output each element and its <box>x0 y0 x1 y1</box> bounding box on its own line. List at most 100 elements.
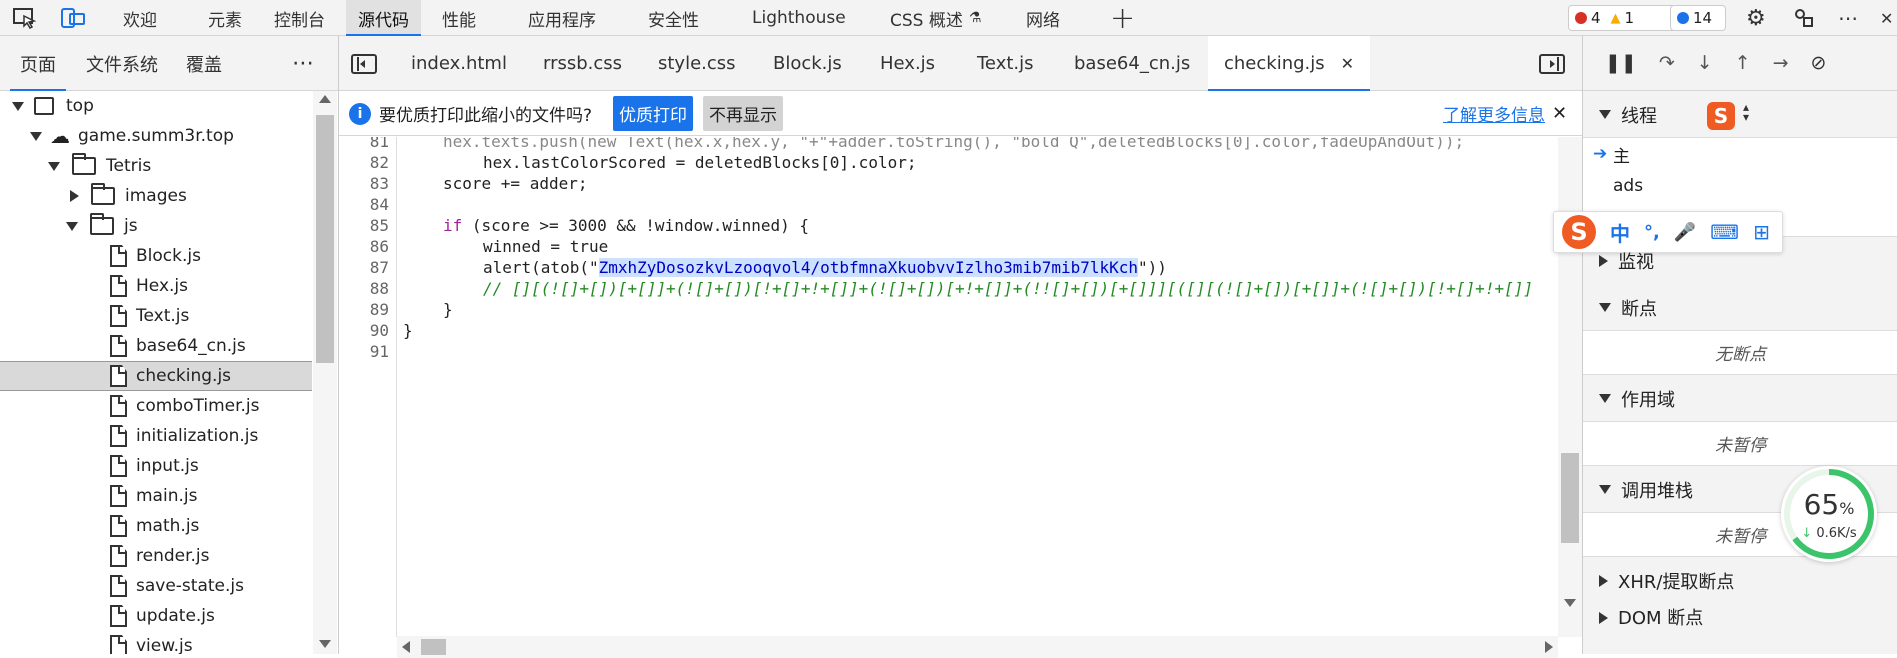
device-emulation-icon[interactable] <box>60 0 90 36</box>
code-line: 86 winned = true <box>339 236 1557 257</box>
scrollbar-thumb[interactable] <box>421 639 446 655</box>
breakpoints-section-header[interactable]: 断点 <box>1583 285 1897 330</box>
code-line: 91 <box>339 341 1557 362</box>
tree-item-file[interactable]: input.js <box>0 451 312 481</box>
close-infobar-icon[interactable]: ✕ <box>1552 91 1567 136</box>
customize-icon[interactable] <box>1792 0 1816 36</box>
tab-lighthouse[interactable]: Lighthouse <box>752 0 846 36</box>
tab-page[interactable]: 页面 <box>10 36 66 91</box>
close-devtools-icon[interactable]: ✕ <box>1880 0 1893 36</box>
code-view[interactable]: 81 hex.texts.push(new Text(hex.x,hex.y, "… <box>339 137 1557 637</box>
code-horizontal-scrollbar[interactable] <box>397 636 1558 658</box>
sogou-menu-icon[interactable]: ▴ ▾ <box>1743 101 1749 123</box>
tree-item-domain[interactable]: ☁ game.summ3r.top <box>0 121 312 151</box>
step-into-icon[interactable]: ↓ <box>1697 52 1713 74</box>
toggle-debugger-icon[interactable] <box>1539 36 1565 91</box>
step-out-icon[interactable]: ↑ <box>1735 52 1751 74</box>
xhr-breakpoints-section-header[interactable]: XHR/提取断点 <box>1583 558 1897 603</box>
line-number: 91 <box>369 342 389 361</box>
tree-label: math.js <box>136 516 200 536</box>
tree-item-folder-js[interactable]: js <box>0 211 312 241</box>
tree-item-file[interactable]: save-state.js <box>0 571 312 601</box>
tree-item-file[interactable]: initialization.js <box>0 421 312 451</box>
dom-breakpoints-section-header[interactable]: DOM 断点 <box>1583 604 1897 634</box>
message-icon <box>1677 12 1689 24</box>
scroll-up-arrow-icon[interactable] <box>319 95 331 103</box>
if-condition: (score >= 3000 && !window.winned) { <box>471 216 810 235</box>
tree-label: images <box>125 186 187 206</box>
pause-icon[interactable]: ❚❚ <box>1605 52 1637 74</box>
tab-console[interactable]: 控制台 <box>274 0 325 36</box>
tab-elements[interactable]: 元素 <box>208 0 242 36</box>
scroll-down-arrow-icon[interactable] <box>319 640 331 648</box>
tree-item-file[interactable]: Block.js <box>0 241 312 271</box>
add-tab-icon[interactable]: + <box>1110 0 1135 36</box>
selected-string[interactable]: ZmxhZyDosozkvLzooqvol4/otbfmnaXkuobvvIzl… <box>598 258 1139 277</box>
file-tab[interactable]: Text.js <box>977 36 1034 91</box>
file-tab[interactable]: Block.js <box>773 36 842 91</box>
tab-network[interactable]: 网络 <box>1026 0 1060 36</box>
scrollbar-thumb[interactable] <box>316 115 334 363</box>
tree-item-folder-tetris[interactable]: Tetris <box>0 151 312 181</box>
issues-badge[interactable]: 4 ▲ 1 <box>1568 5 1682 31</box>
close-tab-icon[interactable]: ✕ <box>1341 54 1354 73</box>
file-tab-active[interactable]: checking.js ✕ <box>1208 36 1371 91</box>
inspect-element-icon[interactable] <box>12 0 42 36</box>
navigator-more-icon[interactable]: ⋯ <box>292 36 314 91</box>
tab-security[interactable]: 安全性 <box>648 0 699 36</box>
tree-item-file[interactable]: Hex.js <box>0 271 312 301</box>
learn-more-link[interactable]: 了解更多信息 <box>1443 91 1545 136</box>
scroll-down-arrow-icon[interactable] <box>1564 599 1576 607</box>
tree-item-file[interactable]: math.js <box>0 511 312 541</box>
tab-performance[interactable]: 性能 <box>442 0 476 36</box>
step-icon[interactable]: → <box>1773 52 1789 74</box>
tab-application[interactable]: 应用程序 <box>528 0 596 36</box>
more-options-icon[interactable]: ⋯ <box>1838 0 1860 36</box>
watch-section-header[interactable]: 监视 <box>1583 238 1897 283</box>
scroll-right-arrow-icon[interactable] <box>1545 641 1553 653</box>
code-line: 85 if (score >= 3000 && !window.winned) { <box>339 215 1557 236</box>
thread-item-ads[interactable]: ads <box>1583 170 1897 202</box>
dont-show-again-button[interactable]: 不再显示 <box>703 96 783 131</box>
file-tab[interactable]: style.css <box>658 36 736 91</box>
tab-css-overview[interactable]: CSS 概述 ⚗ <box>890 0 981 36</box>
tree-item-file-selected[interactable]: checking.js <box>0 361 312 391</box>
tree-item-folder-images[interactable]: images <box>0 181 312 211</box>
tree-label: render.js <box>136 546 210 566</box>
tree-label: initialization.js <box>136 426 259 446</box>
current-thread-arrow-icon: ➔ <box>1593 144 1608 164</box>
settings-gear-icon[interactable]: ⚙ <box>1746 0 1766 36</box>
tree-item-file[interactable]: comboTimer.js <box>0 391 312 421</box>
tab-sources[interactable]: 源代码 <box>346 0 421 36</box>
no-breakpoints-text: 无断点 <box>1583 330 1897 375</box>
tree-item-file[interactable]: Text.js <box>0 301 312 331</box>
tab-filesystem[interactable]: 文件系统 <box>86 36 158 91</box>
file-tab[interactable]: rrssb.css <box>543 36 622 91</box>
thread-item-main[interactable]: ➔ 主 <box>1583 138 1897 170</box>
file-tab[interactable]: base64_cn.js <box>1074 36 1190 91</box>
tree-label: Hex.js <box>136 276 188 296</box>
tree-item-file[interactable]: update.js <box>0 601 312 631</box>
tree-item-file[interactable]: render.js <box>0 541 312 571</box>
scrollbar-thumb[interactable] <box>1561 453 1579 543</box>
tree-item-top[interactable]: top <box>0 91 312 121</box>
scroll-left-arrow-icon[interactable] <box>402 641 410 653</box>
file-tab[interactable]: index.html <box>411 36 507 91</box>
step-over-icon[interactable]: ↷ <box>1659 52 1675 74</box>
tab-overrides[interactable]: 覆盖 <box>186 36 222 91</box>
tree-scrollbar[interactable] <box>313 91 337 654</box>
tab-welcome[interactable]: 欢迎 <box>123 0 157 36</box>
scope-section-header[interactable]: 作用域 <box>1583 376 1897 421</box>
file-tab[interactable]: Hex.js <box>880 36 935 91</box>
threads-section-header[interactable]: 线程 <box>1583 92 1897 137</box>
toggle-navigator-icon[interactable] <box>351 36 377 91</box>
network-speed-gauge[interactable]: 65% ↓ 0.6K/s <box>1781 466 1877 562</box>
file-icon <box>110 335 127 357</box>
messages-badge[interactable]: 14 <box>1670 5 1726 31</box>
tree-item-file[interactable]: base64_cn.js <box>0 331 312 361</box>
deactivate-breakpoints-icon[interactable]: ⊘ <box>1811 52 1827 74</box>
tree-item-file[interactable]: main.js <box>0 481 312 511</box>
pretty-print-button[interactable]: 优质打印 <box>613 96 693 131</box>
line-number: 87 <box>369 258 389 277</box>
tree-item-file[interactable]: view.js <box>0 631 312 654</box>
